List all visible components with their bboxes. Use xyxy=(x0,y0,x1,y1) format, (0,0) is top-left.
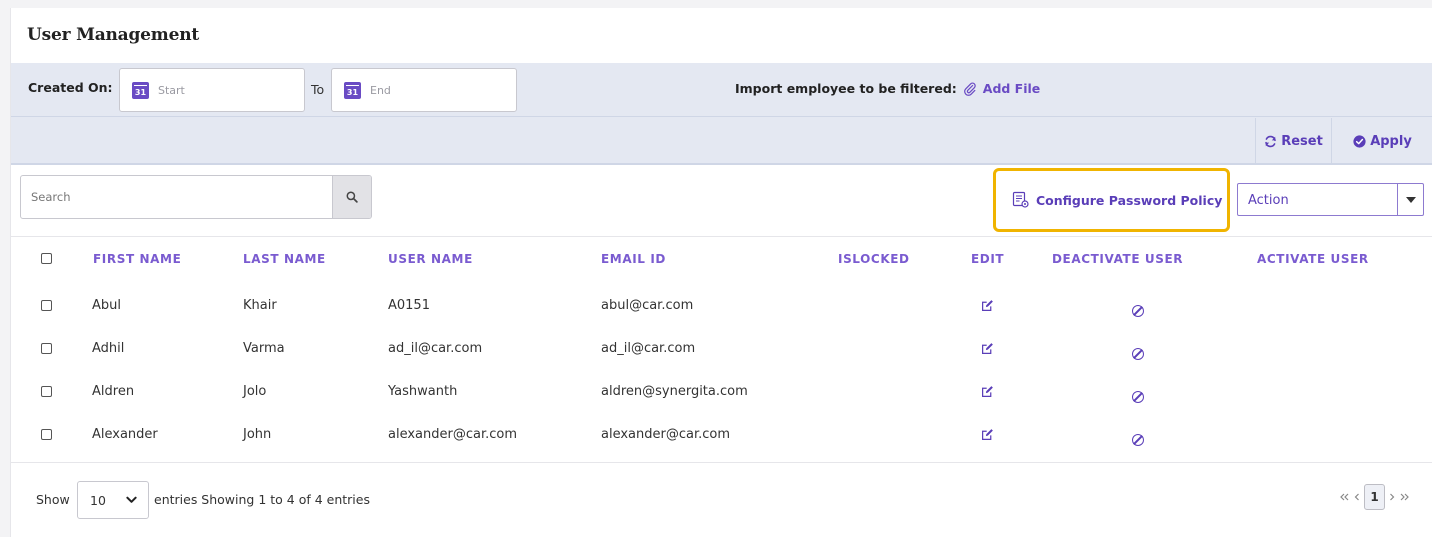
configure-password-policy-button[interactable]: Configure Password Policy xyxy=(993,168,1230,232)
row-checkbox[interactable] xyxy=(41,343,52,354)
cell-last-name: John xyxy=(243,427,272,442)
page-size-select[interactable]: 10 xyxy=(77,481,149,519)
filter-bar: Created On: 31 Start To 31 End Import em… xyxy=(11,63,1432,164)
cell-email: aldren@synergita.com xyxy=(601,384,748,399)
next-page-icon[interactable] xyxy=(1389,493,1395,501)
cell-first-name: Abul xyxy=(92,298,121,313)
select-all-checkbox[interactable] xyxy=(41,253,52,264)
apply-label: Apply xyxy=(1370,133,1412,149)
entries-info: entries Showing 1 to 4 of 4 entries xyxy=(154,492,370,507)
deactivate-icon[interactable] xyxy=(1132,434,1144,446)
deactivate-icon[interactable] xyxy=(1132,391,1144,403)
deactivate-icon[interactable] xyxy=(1132,348,1144,360)
cell-first-name: Aldren xyxy=(92,384,135,399)
deactivate-icon[interactable] xyxy=(1132,305,1144,317)
search-input[interactable] xyxy=(21,176,332,218)
first-page-icon[interactable] xyxy=(1340,493,1350,501)
end-date-placeholder: End xyxy=(370,83,391,97)
header-user-name[interactable]: USER NAME xyxy=(388,252,473,266)
action-selected-value: Action xyxy=(1248,193,1289,208)
import-label: Import employee to be filtered: xyxy=(735,81,957,96)
calendar-icon: 31 xyxy=(132,81,149,99)
refresh-icon xyxy=(1265,135,1276,147)
header-email-id[interactable]: EMAIL ID xyxy=(601,252,666,266)
header-deactivate-user: DEACTIVATE USER xyxy=(1052,252,1184,266)
previous-page-icon[interactable] xyxy=(1354,493,1360,501)
edit-icon[interactable] xyxy=(981,428,994,441)
header-edit: EDIT xyxy=(971,252,1005,266)
table-divider xyxy=(11,462,1432,463)
cell-email: abul@car.com xyxy=(601,298,694,313)
cell-first-name: Alexander xyxy=(92,427,158,442)
page-size-value: 10 xyxy=(90,492,106,508)
chevron-down-icon[interactable] xyxy=(1397,184,1423,215)
calendar-icon: 31 xyxy=(344,81,361,99)
divider xyxy=(11,163,1432,165)
header-activate-user: ACTIVATE USER xyxy=(1257,252,1369,266)
start-date-input[interactable]: 31 Start xyxy=(119,68,305,112)
header-last-name[interactable]: LAST NAME xyxy=(243,252,326,266)
cell-user-name: Yashwanth xyxy=(388,384,458,399)
page-title: User Management xyxy=(27,25,200,45)
apply-button[interactable]: Apply xyxy=(1331,118,1432,164)
header-first-name[interactable]: FIRST NAME xyxy=(93,252,181,266)
edit-icon[interactable] xyxy=(981,342,994,355)
filter-row: Created On: 31 Start To 31 End Import em… xyxy=(11,63,1432,117)
chevron-down-icon xyxy=(126,496,137,503)
search-button[interactable] xyxy=(332,176,371,218)
cell-first-name: Adhil xyxy=(92,341,125,356)
page-button-1[interactable]: 1 xyxy=(1364,484,1385,510)
start-date-placeholder: Start xyxy=(158,83,185,97)
add-file-link[interactable]: Add File xyxy=(983,81,1041,96)
cell-email: ad_il@car.com xyxy=(601,341,696,356)
last-page-icon[interactable] xyxy=(1399,493,1409,501)
paperclip-icon[interactable] xyxy=(963,82,977,96)
configure-password-policy-label: Configure Password Policy xyxy=(1036,192,1223,208)
row-checkbox[interactable] xyxy=(41,386,52,397)
search-icon xyxy=(346,191,358,203)
table-divider xyxy=(11,236,1432,237)
to-label: To xyxy=(311,82,325,97)
cell-user-name: ad_il@car.com xyxy=(388,341,483,356)
check-circle-icon xyxy=(1353,134,1366,148)
action-dropdown[interactable]: Action xyxy=(1237,183,1424,216)
reset-button[interactable]: Reset xyxy=(1255,118,1331,164)
cell-email: alexander@car.com xyxy=(601,427,731,442)
pagination: 1 xyxy=(1340,484,1409,510)
created-on-label: Created On: xyxy=(28,80,113,95)
cell-last-name: Khair xyxy=(243,298,277,313)
filter-actions-row: Reset Apply xyxy=(11,118,1432,164)
cell-last-name: Jolo xyxy=(243,384,267,399)
edit-icon[interactable] xyxy=(981,385,994,398)
row-checkbox[interactable] xyxy=(41,429,52,440)
user-management-panel: User Management Created On: 31 Start To … xyxy=(10,8,1432,537)
cell-user-name: alexander@car.com xyxy=(388,427,518,442)
reset-label: Reset xyxy=(1281,133,1323,149)
cell-user-name: A0151 xyxy=(388,298,430,313)
header-islocked[interactable]: ISLOCKED xyxy=(838,252,910,266)
policy-settings-icon xyxy=(1012,191,1029,208)
end-date-input[interactable]: 31 End xyxy=(331,68,517,112)
cell-last-name: Varma xyxy=(243,341,285,356)
import-employee-filter: Import employee to be filtered: Add File xyxy=(735,81,1040,96)
show-label: Show xyxy=(36,492,70,507)
row-checkbox[interactable] xyxy=(41,300,52,311)
edit-icon[interactable] xyxy=(981,299,994,312)
search-box xyxy=(20,175,372,219)
